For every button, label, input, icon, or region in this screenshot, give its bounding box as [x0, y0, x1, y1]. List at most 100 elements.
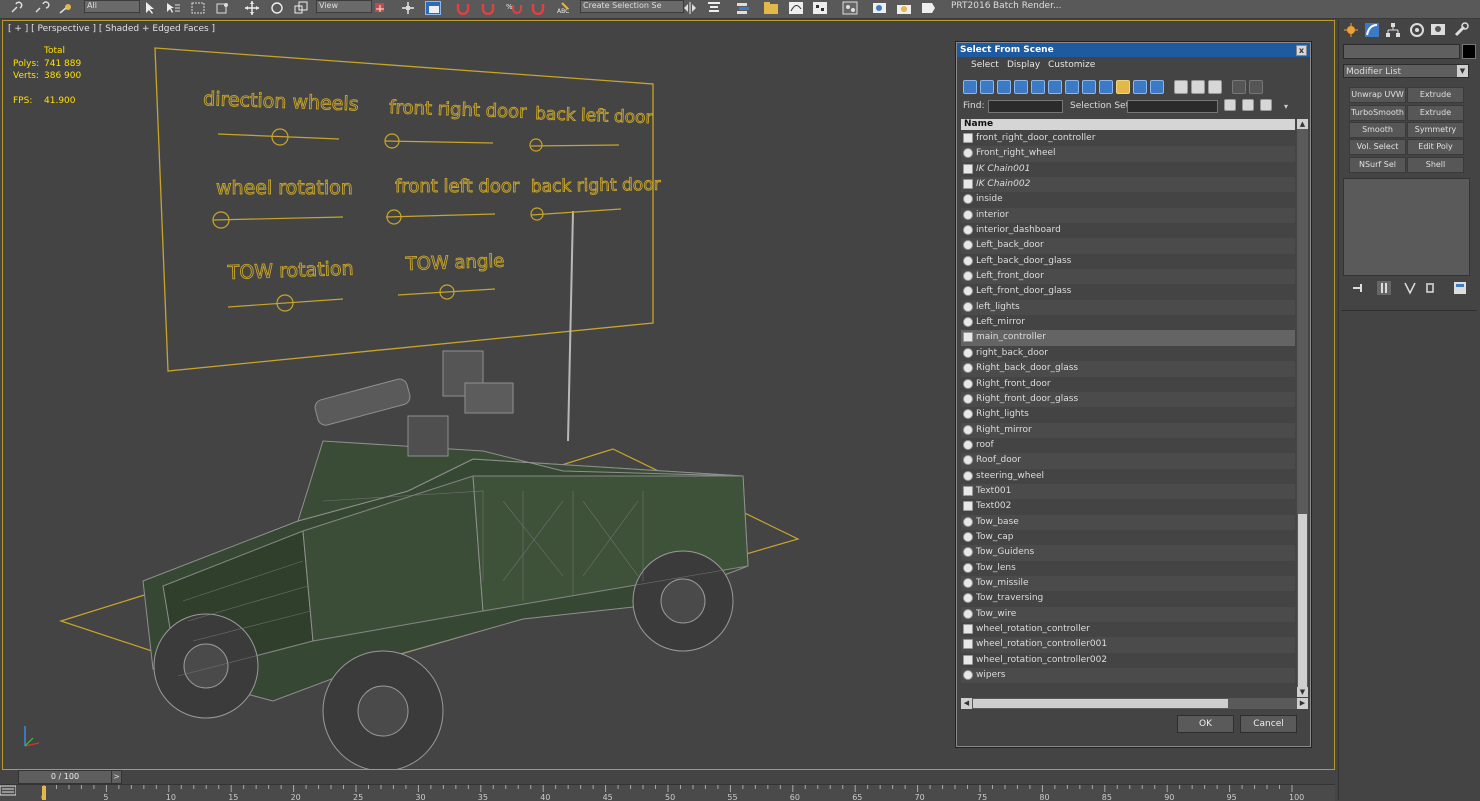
dropdown-arrow-icon[interactable]: ▼	[1457, 65, 1468, 77]
display-geometry-icon[interactable]	[963, 80, 977, 94]
move-icon[interactable]	[244, 1, 260, 15]
list-item[interactable]: Tow_cap	[961, 530, 1295, 545]
list-item[interactable]: interior	[961, 207, 1295, 224]
keyboard-shortcut-override-icon[interactable]	[425, 1, 441, 15]
select-invert-icon[interactable]	[1208, 80, 1222, 94]
modify-tab-icon[interactable]	[1364, 22, 1380, 38]
filter-icon[interactable]	[1232, 80, 1246, 94]
scene-explorer-icon[interactable]	[763, 1, 779, 15]
list-item[interactable]: steering_wheel	[961, 469, 1295, 484]
list-item[interactable]: main_controller	[961, 330, 1295, 346]
list-item[interactable]: Tow_wire	[961, 606, 1295, 622]
list-item[interactable]: Text002	[961, 499, 1295, 514]
list-item[interactable]: Right_front_door	[961, 377, 1295, 392]
select-object-icon[interactable]	[142, 1, 158, 15]
render-setup-icon[interactable]	[872, 1, 888, 15]
configure-modifier-sets-icon[interactable]	[1453, 281, 1467, 295]
list-horizontal-scrollbar[interactable]: ◀ ▶	[961, 698, 1308, 709]
list-item[interactable]: roof	[961, 438, 1295, 453]
pin-stack-icon[interactable]	[1351, 281, 1365, 295]
scroll-down-arrow-icon[interactable]: ▼	[1297, 687, 1308, 697]
render-production-icon[interactable]	[920, 1, 936, 15]
add-to-selection-set-icon[interactable]	[1242, 99, 1254, 111]
list-item[interactable]: wipers	[961, 668, 1295, 684]
display-xrefs-icon[interactable]	[1082, 80, 1096, 94]
list-item[interactable]: front_right_door_controller	[961, 131, 1295, 146]
material-editor-icon[interactable]	[842, 1, 858, 15]
list-item[interactable]: IK Chain002	[961, 177, 1295, 193]
display-space-warps-icon[interactable]	[1048, 80, 1062, 94]
close-button[interactable]: x	[1296, 45, 1307, 56]
rotate-icon[interactable]	[269, 1, 285, 15]
snaps-toggle-icon[interactable]	[455, 1, 471, 16]
list-item[interactable]: wheel_rotation_controller001	[961, 637, 1295, 653]
list-item[interactable]: inside	[961, 192, 1295, 207]
display-tab-icon[interactable]	[1430, 22, 1446, 38]
list-item[interactable]: Tow_traversing	[961, 591, 1295, 606]
list-item[interactable]: Right_mirror	[961, 422, 1295, 438]
modifier-button-shell[interactable]: Shell	[1407, 157, 1464, 173]
list-item[interactable]: Tow_base	[961, 514, 1295, 530]
display-lights-icon[interactable]	[997, 80, 1011, 94]
layer-manager-icon[interactable]	[735, 1, 751, 15]
object-name-field[interactable]	[1343, 44, 1460, 59]
toolbar-overflow-chevron-icon[interactable]: ▾	[1284, 102, 1288, 111]
display-hidden-icon[interactable]	[1150, 80, 1164, 94]
viewport-label[interactable]: [ + ] [ Perspective ] [ Shaded + Edged F…	[8, 24, 215, 34]
modifier-button-vol-select[interactable]: Vol. Select	[1349, 139, 1406, 155]
modifier-button-symmetry[interactable]: Symmetry	[1407, 122, 1464, 138]
scroll-up-arrow-icon[interactable]: ▲	[1297, 119, 1308, 129]
list-item[interactable]: IK Chain001	[961, 162, 1295, 177]
list-item[interactable]: Right_front_door_glass	[961, 391, 1295, 408]
list-item[interactable]: Tow_lens	[961, 561, 1295, 576]
list-item[interactable]: left_lights	[961, 299, 1295, 316]
use-pivot-center-icon[interactable]	[372, 1, 388, 15]
modifier-button-extrude[interactable]: Extrude	[1407, 87, 1464, 103]
list-item[interactable]: Tow_Guidens	[961, 545, 1295, 561]
list-item[interactable]: Left_back_door	[961, 238, 1295, 254]
time-slider[interactable]: 0 / 100	[18, 770, 112, 784]
selection-set-dropdown[interactable]	[1127, 100, 1218, 113]
selection-filter-dropdown[interactable]: All	[84, 0, 140, 13]
scale-icon[interactable]	[293, 1, 309, 15]
display-groups-icon[interactable]	[1065, 80, 1079, 94]
show-end-result-icon[interactable]	[1377, 281, 1391, 295]
bind-to-space-warp-icon[interactable]	[58, 1, 74, 15]
spinner-snap-icon[interactable]	[530, 1, 546, 16]
mirror-icon[interactable]	[682, 1, 698, 15]
display-bones-icon[interactable]	[1099, 80, 1113, 94]
make-unique-icon[interactable]	[1403, 281, 1417, 295]
modifier-stack[interactable]	[1343, 178, 1470, 276]
next-frame-button[interactable]: >	[111, 770, 122, 784]
batch-render-button[interactable]: Batch Render...	[993, 0, 1062, 12]
window-crossing-icon[interactable]	[214, 1, 230, 15]
rendered-frame-window-icon[interactable]	[896, 1, 912, 15]
modifier-list-dropdown[interactable]: Modifier List ▼	[1343, 64, 1469, 78]
motion-tab-icon[interactable]	[1409, 22, 1425, 38]
display-helpers-icon[interactable]	[1031, 80, 1045, 94]
display-frozen-icon[interactable]	[1133, 80, 1147, 94]
modifier-button-nsurf-sel[interactable]: NSurf Sel	[1349, 157, 1406, 173]
scroll-thumb[interactable]	[1298, 514, 1307, 692]
create-selection-set-icon[interactable]	[1224, 99, 1236, 111]
menu-select[interactable]: Select	[971, 60, 999, 70]
display-shapes-icon[interactable]	[980, 80, 994, 94]
list-item[interactable]: wheel_rotation_controller	[961, 622, 1295, 637]
utilities-tab-icon[interactable]	[1453, 22, 1469, 38]
menu-display[interactable]: Display	[1007, 60, 1040, 70]
create-tab-icon[interactable]	[1343, 22, 1359, 38]
list-item[interactable]: Left_mirror	[961, 315, 1295, 330]
align-icon[interactable]	[706, 1, 722, 15]
list-item[interactable]: Text001	[961, 483, 1295, 500]
advanced-filter-icon[interactable]	[1249, 80, 1263, 94]
menu-customize[interactable]: Customize	[1048, 60, 1095, 70]
edit-named-selection-icon[interactable]: ABC	[556, 1, 572, 15]
schematic-view-icon[interactable]	[812, 1, 828, 15]
select-by-name-icon[interactable]	[165, 1, 181, 15]
hierarchy-tab-icon[interactable]	[1385, 22, 1401, 38]
list-item[interactable]: Left_back_door_glass	[961, 254, 1295, 269]
track-bar[interactable]: 0510152025303540455055606570758085909510…	[0, 784, 1335, 801]
remove-modifier-icon[interactable]	[1423, 281, 1437, 295]
list-item[interactable]: Left_front_door_glass	[961, 284, 1295, 299]
ok-button[interactable]: OK	[1177, 715, 1234, 733]
